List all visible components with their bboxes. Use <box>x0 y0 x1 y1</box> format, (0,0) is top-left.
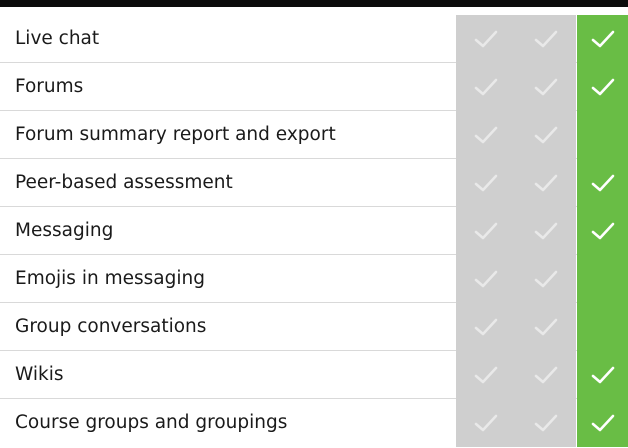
table-row: Forums <box>0 63 628 111</box>
plan-3-cell <box>577 303 628 351</box>
checkmark-icon <box>474 270 498 288</box>
checkmark-icon <box>474 126 498 144</box>
table-row: Emojis in messaging <box>0 255 628 303</box>
plan-1-cell <box>456 399 516 447</box>
plan-3-cell <box>577 399 628 447</box>
table-row: Peer-based assessment <box>0 159 628 207</box>
checkmark-icon <box>474 318 498 336</box>
plan-1-cell <box>456 63 516 111</box>
plan-2-cell <box>516 159 576 207</box>
plan-2-cell <box>516 255 576 303</box>
plan-1-cell <box>456 159 516 207</box>
plan-2-cell <box>516 63 576 111</box>
plan-2-cell <box>516 207 576 255</box>
plan-1-cell <box>456 111 516 159</box>
table-row: Forum summary report and export <box>0 111 628 159</box>
plan-2-cell <box>516 15 576 63</box>
plan-2-cell <box>516 303 576 351</box>
plan-1-cell <box>456 207 516 255</box>
checkmark-icon <box>534 270 558 288</box>
feature-label: Course groups and groupings <box>15 412 288 433</box>
table-header-bar <box>0 0 628 7</box>
plan-3-cell <box>577 207 628 255</box>
checkmark-icon <box>591 78 614 96</box>
checkmark-icon <box>474 78 498 96</box>
plan-3-cell <box>577 351 628 399</box>
checkmark-icon <box>534 222 558 240</box>
plan-2-cell <box>516 351 576 399</box>
table-row: Messaging <box>0 207 628 255</box>
feature-label: Peer-based assessment <box>15 172 233 193</box>
table-row: Live chat <box>0 15 628 63</box>
checkmark-icon <box>474 30 498 48</box>
checkmark-icon <box>591 366 614 384</box>
plan-2-cell <box>516 399 576 447</box>
plan-1-cell <box>456 351 516 399</box>
checkmark-icon <box>534 318 558 336</box>
checkmark-icon <box>474 366 498 384</box>
checkmark-icon <box>474 222 498 240</box>
feature-label: Group conversations <box>15 316 207 337</box>
plan-3-cell <box>577 159 628 207</box>
plan-1-cell <box>456 15 516 63</box>
checkmark-icon <box>534 30 558 48</box>
checkmark-icon <box>474 414 498 432</box>
checkmark-icon <box>534 126 558 144</box>
checkmark-icon <box>591 414 614 432</box>
feature-label: Live chat <box>15 28 100 49</box>
plan-3-cell <box>577 15 628 63</box>
checkmark-icon <box>591 222 614 240</box>
feature-label: Forum summary report and export <box>15 124 336 145</box>
checkmark-icon <box>474 174 498 192</box>
feature-label: Forums <box>15 76 84 97</box>
plan-1-cell <box>456 255 516 303</box>
checkmark-icon <box>534 174 558 192</box>
table-row: Group conversations <box>0 303 628 351</box>
feature-comparison-table: Live chat Forums Forum summary report and … <box>0 15 628 447</box>
feature-label: Messaging <box>15 220 114 241</box>
plan-3-cell <box>577 255 628 303</box>
feature-label: Wikis <box>15 364 64 385</box>
checkmark-icon <box>591 30 614 48</box>
plan-1-cell <box>456 303 516 351</box>
checkmark-icon <box>534 78 558 96</box>
plan-3-cell <box>577 63 628 111</box>
checkmark-icon <box>534 366 558 384</box>
checkmark-icon <box>534 414 558 432</box>
table-row: Wikis <box>0 351 628 399</box>
table-row: Course groups and groupings <box>0 399 628 447</box>
plan-3-cell <box>577 111 628 159</box>
checkmark-icon <box>591 174 614 192</box>
plan-2-cell <box>516 111 576 159</box>
feature-label: Emojis in messaging <box>15 268 205 289</box>
